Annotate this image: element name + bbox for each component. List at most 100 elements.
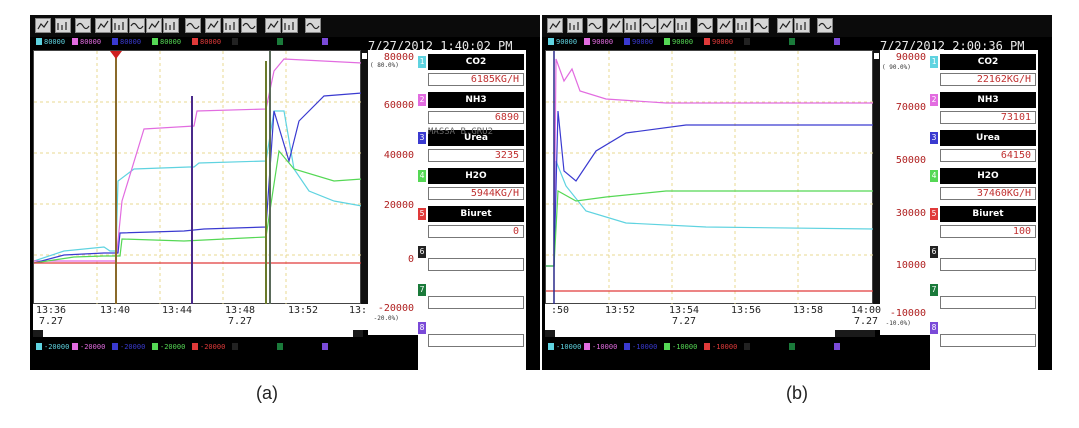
database-icon[interactable]: [735, 18, 751, 33]
channel-scale-chip: [832, 38, 844, 46]
scroll-thumb[interactable]: [555, 330, 835, 337]
tag-name[interactable]: Biuret: [940, 206, 1036, 222]
time-scrollbar[interactable]: [33, 330, 363, 337]
channel-index-8[interactable]: 8: [418, 322, 426, 334]
toolbar: [30, 15, 540, 37]
scale-knob-top[interactable]: [362, 53, 367, 59]
tag-value: 73101: [940, 111, 1036, 124]
bar-icon[interactable]: [112, 18, 128, 33]
trend-plot[interactable]: [33, 50, 362, 305]
bar2-icon[interactable]: [129, 18, 145, 33]
channel-index-8[interactable]: 8: [930, 322, 938, 334]
channel-swatch: [232, 343, 238, 350]
channel-index-7[interactable]: 7: [930, 284, 938, 296]
channel-scale-chip: 90000: [702, 38, 735, 46]
check-icon[interactable]: [55, 18, 71, 33]
digital2-icon[interactable]: [675, 18, 691, 33]
compare-icon[interactable]: [282, 18, 298, 33]
x-tick: 13:52: [287, 305, 319, 316]
digital-icon[interactable]: [658, 18, 674, 33]
channel-index-7[interactable]: 7: [418, 284, 426, 296]
digital-icon[interactable]: [146, 18, 162, 33]
channel-index-2[interactable]: 2: [418, 94, 426, 106]
channel-scale-value: 90000: [672, 38, 694, 46]
trend-plot[interactable]: [545, 50, 874, 305]
channel-index-6[interactable]: 6: [930, 246, 938, 258]
vertical-scale-bar[interactable]: [873, 50, 880, 320]
channel-index-5[interactable]: 5: [930, 208, 938, 220]
tag-name[interactable]: CO2: [428, 54, 524, 70]
channel-index-2[interactable]: 2: [930, 94, 938, 106]
channel-scale-chip: 80000: [150, 38, 183, 46]
channel-index-1[interactable]: 1: [930, 56, 938, 68]
channel-index-6[interactable]: 6: [418, 246, 426, 258]
time-scrollbar[interactable]: [545, 330, 875, 337]
bar-icon[interactable]: [624, 18, 640, 33]
channel-index-4[interactable]: 4: [418, 170, 426, 182]
print-icon[interactable]: [35, 18, 51, 33]
caption-a: (a): [256, 383, 278, 403]
settings-icon[interactable]: [753, 18, 769, 33]
history-icon[interactable]: [777, 18, 793, 33]
multi-trend-icon[interactable]: [607, 18, 623, 33]
channel-index-3[interactable]: 3: [418, 132, 426, 144]
tag-name[interactable]: NH3: [428, 92, 524, 108]
scroll-thumb[interactable]: [43, 330, 353, 337]
channel-scale-value: -10000: [592, 343, 618, 351]
channel-scale-chip: [275, 343, 287, 351]
signal-icon[interactable]: [817, 18, 833, 33]
multi-trend-icon[interactable]: [95, 18, 111, 33]
wave-icon[interactable]: [205, 18, 221, 33]
digital2-icon[interactable]: [163, 18, 179, 33]
wave-icon[interactable]: [717, 18, 733, 33]
channel-swatch: [152, 38, 158, 45]
channel-scale-chip: [230, 38, 242, 46]
overview-icon[interactable]: [697, 18, 713, 33]
x-tick: 13:58: [792, 305, 824, 316]
history-icon[interactable]: [265, 18, 281, 33]
y-label: 90000: [895, 52, 926, 63]
tag-name[interactable]: H2O: [940, 168, 1036, 184]
scale-knob-top[interactable]: [874, 53, 879, 59]
x-date: 7.27: [38, 316, 64, 327]
signal-icon[interactable]: [305, 18, 321, 33]
tag-empty-box: [428, 334, 524, 347]
tag-name[interactable]: NH3: [940, 92, 1036, 108]
tag-name[interactable]: Biuret: [428, 206, 524, 222]
database-icon[interactable]: [223, 18, 239, 33]
compare-icon[interactable]: [794, 18, 810, 33]
series-line-ch3: [546, 110, 874, 267]
channel-scale-value: -20000: [160, 343, 186, 351]
bar2-icon[interactable]: [641, 18, 657, 33]
channel-index-1[interactable]: 1: [418, 56, 426, 68]
trend-icon[interactable]: [587, 18, 603, 33]
trend-icon[interactable]: [75, 18, 91, 33]
channel-index-5[interactable]: 5: [418, 208, 426, 220]
channel-index-3[interactable]: 3: [930, 132, 938, 144]
channel-scale-value: -20000: [120, 343, 146, 351]
channel-scale-chip: 80000: [34, 38, 67, 46]
tag-name[interactable]: Urea: [940, 130, 1036, 146]
print-icon[interactable]: [547, 18, 563, 33]
tag-value: 6185KG/H: [428, 73, 524, 86]
channel-scale-chip: 90000: [662, 38, 695, 46]
channel-scale-value: 90000: [556, 38, 578, 46]
channel-index-4[interactable]: 4: [930, 170, 938, 182]
settings-icon[interactable]: [241, 18, 257, 33]
channel-swatch: [152, 343, 158, 350]
vertical-scale-bar[interactable]: [361, 50, 368, 320]
tag-name[interactable]: CO2: [940, 54, 1036, 70]
channel-swatch: [584, 343, 590, 350]
channel-scale-chip: -20000: [110, 343, 147, 351]
overview-icon[interactable]: [185, 18, 201, 33]
channel-swatch: [624, 38, 630, 45]
check-icon[interactable]: [567, 18, 583, 33]
channel-swatch: [624, 343, 630, 350]
channel-scale-chip: -20000: [150, 343, 187, 351]
tag-name[interactable]: H2O: [428, 168, 524, 184]
channel-swatch: [232, 38, 238, 45]
x-date: 7.27: [853, 316, 879, 327]
channel-scale-top: 80000 80000 80000 80000 80000: [30, 37, 400, 47]
channel-scale-chip: [230, 343, 242, 351]
x-tick: 13:36: [35, 305, 67, 316]
